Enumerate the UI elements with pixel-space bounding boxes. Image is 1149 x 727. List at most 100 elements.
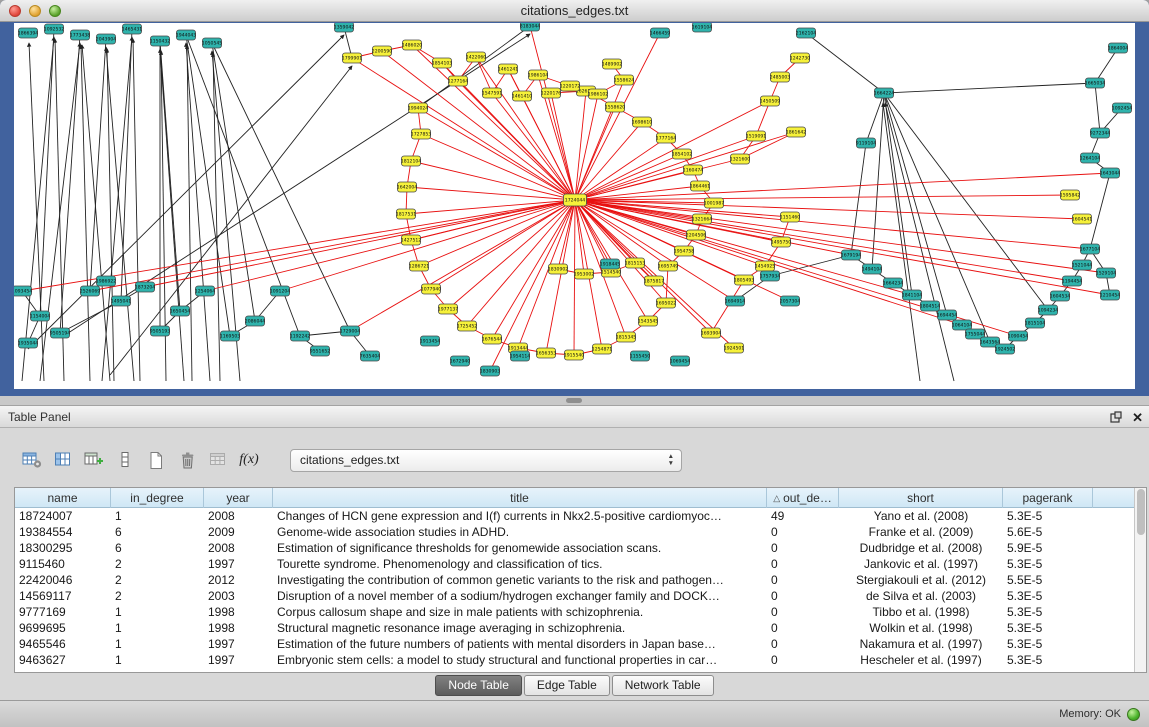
- graph-node[interactable]: 1091204: [270, 286, 291, 296]
- graph-node[interactable]: 1830903: [480, 366, 501, 376]
- cell-pagerank[interactable]: 5.9E-5: [1003, 540, 1093, 556]
- column-header-in_degree[interactable]: in_degree: [111, 488, 204, 508]
- cell-in_degree[interactable]: 2: [111, 588, 204, 604]
- cell-short[interactable]: Hescheler et al. (1997): [839, 652, 1003, 668]
- cell-short[interactable]: Franke et al. (2009): [839, 524, 1003, 540]
- close-panel-icon[interactable]: ✕: [1132, 411, 1143, 424]
- graph-node[interactable]: 1854103: [432, 58, 453, 68]
- graph-node[interactable]: 1986922: [96, 276, 117, 286]
- graph-node[interactable]: 1220176: [541, 88, 562, 98]
- graph-node[interactable]: 8183044: [520, 23, 541, 31]
- delete-button[interactable]: [175, 447, 199, 473]
- cell-in_degree[interactable]: 1: [111, 652, 204, 668]
- column-header-short[interactable]: short: [839, 488, 1003, 508]
- cell-pagerank[interactable]: 5.3E-5: [1003, 652, 1093, 668]
- graph-node[interactable]: 2057304: [780, 296, 801, 306]
- cell-year[interactable]: 2009: [204, 524, 273, 540]
- graph-node[interactable]: 1264104: [1080, 153, 1101, 163]
- cell-out_degree[interactable]: 0: [767, 588, 839, 604]
- float-panel-icon[interactable]: [1109, 411, 1122, 424]
- cell-title[interactable]: Investigating the contribution of common…: [273, 572, 767, 588]
- graph-node[interactable]: 2043904: [96, 34, 117, 44]
- graph-node[interactable]: 9272344: [1090, 128, 1111, 138]
- column-header-year[interactable]: year: [204, 488, 273, 508]
- graph-node[interactable]: 9119104: [856, 138, 877, 148]
- cell-name[interactable]: 9777169: [15, 604, 111, 620]
- cell-pagerank[interactable]: 5.5E-5: [1003, 572, 1093, 588]
- memory-status-indicator[interactable]: [1127, 708, 1140, 721]
- graph-node[interactable]: 1698610: [632, 117, 653, 127]
- cell-title[interactable]: Disruption of a novel member of a sodium…: [273, 588, 767, 604]
- graph-node[interactable]: 1861642: [786, 127, 807, 137]
- cell-name[interactable]: 9699695: [15, 620, 111, 636]
- graph-node[interactable]: 1155450: [630, 351, 651, 361]
- cell-year[interactable]: 2008: [204, 540, 273, 556]
- graph-node[interactable]: 1935044: [18, 338, 39, 348]
- graph-node[interactable]: 2526069: [80, 286, 101, 296]
- cell-short[interactable]: Yano et al. (2008): [839, 508, 1003, 524]
- graph-node[interactable]: 1277164: [448, 76, 469, 86]
- cell-in_degree[interactable]: 2: [111, 572, 204, 588]
- graph-node[interactable]: 1650454: [170, 306, 191, 316]
- graph-node[interactable]: 1486020: [402, 40, 423, 50]
- graph-node[interactable]: 1321664: [692, 214, 713, 224]
- table-source-dropdown[interactable]: citations_edges.txt ▲▼: [290, 449, 682, 472]
- graph-node[interactable]: 1986104: [528, 70, 549, 80]
- cell-name[interactable]: 9115460: [15, 556, 111, 572]
- cell-name[interactable]: 18724007: [15, 508, 111, 524]
- cell-out_degree[interactable]: 0: [767, 620, 839, 636]
- graph-node[interactable]: 2200590: [372, 46, 393, 56]
- graph-node[interactable]: 1815345: [616, 332, 637, 342]
- graph-node[interactable]: 1220172: [560, 81, 581, 91]
- cell-name[interactable]: 9465546: [15, 636, 111, 652]
- graph-node[interactable]: 1495750: [771, 237, 792, 247]
- graph-node[interactable]: 1913454: [420, 336, 441, 346]
- cell-short[interactable]: de Silva et al. (2003): [839, 588, 1003, 604]
- graph-node[interactable]: 1210454: [1100, 290, 1121, 300]
- graph-node[interactable]: 1286721: [409, 261, 430, 271]
- graph-node[interactable]: 1676544: [482, 334, 503, 344]
- cell-out_degree[interactable]: 0: [767, 652, 839, 668]
- cell-title[interactable]: Corpus callosum shape and size in male p…: [273, 604, 767, 620]
- graph-node[interactable]: 1694454: [937, 310, 958, 320]
- graph-node[interactable]: 1918445: [600, 259, 621, 269]
- cell-in_degree[interactable]: 6: [111, 524, 204, 540]
- cell-short[interactable]: Dudbridge et al. (2008): [839, 540, 1003, 556]
- cell-out_degree[interactable]: 49: [767, 508, 839, 524]
- network-window-titlebar[interactable]: citations_edges.txt: [0, 0, 1149, 22]
- cell-pagerank[interactable]: 5.3E-5: [1003, 588, 1093, 604]
- cell-year[interactable]: 2003: [204, 588, 273, 604]
- cell-name[interactable]: 9463627: [15, 652, 111, 668]
- cell-pagerank[interactable]: 5.3E-5: [1003, 604, 1093, 620]
- graph-node[interactable]: 1521044: [1072, 260, 1093, 270]
- graph-node[interactable]: 1595842: [1060, 190, 1081, 200]
- graph-node[interactable]: 1450509: [760, 96, 781, 106]
- table-row[interactable]: 1872400712008Changes of HCN gene express…: [15, 508, 1134, 524]
- cell-year[interactable]: 1998: [204, 604, 273, 620]
- graph-node[interactable]: 1944043: [176, 30, 197, 40]
- graph-node[interactable]: 1977137: [438, 304, 459, 314]
- graph-node[interactable]: 1254871: [592, 344, 613, 354]
- graph-node[interactable]: 1695022: [656, 298, 677, 308]
- cell-in_degree[interactable]: 1: [111, 636, 204, 652]
- graph-node[interactable]: 1547591: [482, 88, 503, 98]
- cell-out_degree[interactable]: 0: [767, 556, 839, 572]
- cell-pagerank[interactable]: 5.6E-5: [1003, 524, 1093, 540]
- graph-node[interactable]: 1664224: [874, 88, 895, 98]
- cell-out_degree[interactable]: 0: [767, 604, 839, 620]
- graph-node[interactable]: 1529104: [1096, 268, 1117, 278]
- cell-pagerank[interactable]: 5.3E-5: [1003, 620, 1093, 636]
- graph-node[interactable]: 2086044: [245, 316, 266, 326]
- cell-year[interactable]: 1998: [204, 620, 273, 636]
- rows-button[interactable]: [113, 447, 137, 473]
- graph-node[interactable]: 1151460: [780, 212, 801, 222]
- graph-node[interactable]: 1815153: [625, 258, 646, 268]
- graph-node[interactable]: 1986102: [588, 89, 609, 99]
- graph-node[interactable]: 1192242: [290, 331, 311, 341]
- column-header-name[interactable]: name: [15, 488, 111, 508]
- cell-in_degree[interactable]: 6: [111, 540, 204, 556]
- table-settings-button[interactable]: [20, 447, 44, 473]
- table-row[interactable]: 1830029562008Estimation of significance …: [15, 540, 1134, 556]
- cell-out_degree[interactable]: 0: [767, 524, 839, 540]
- graph-node[interactable]: 1093454: [14, 286, 32, 296]
